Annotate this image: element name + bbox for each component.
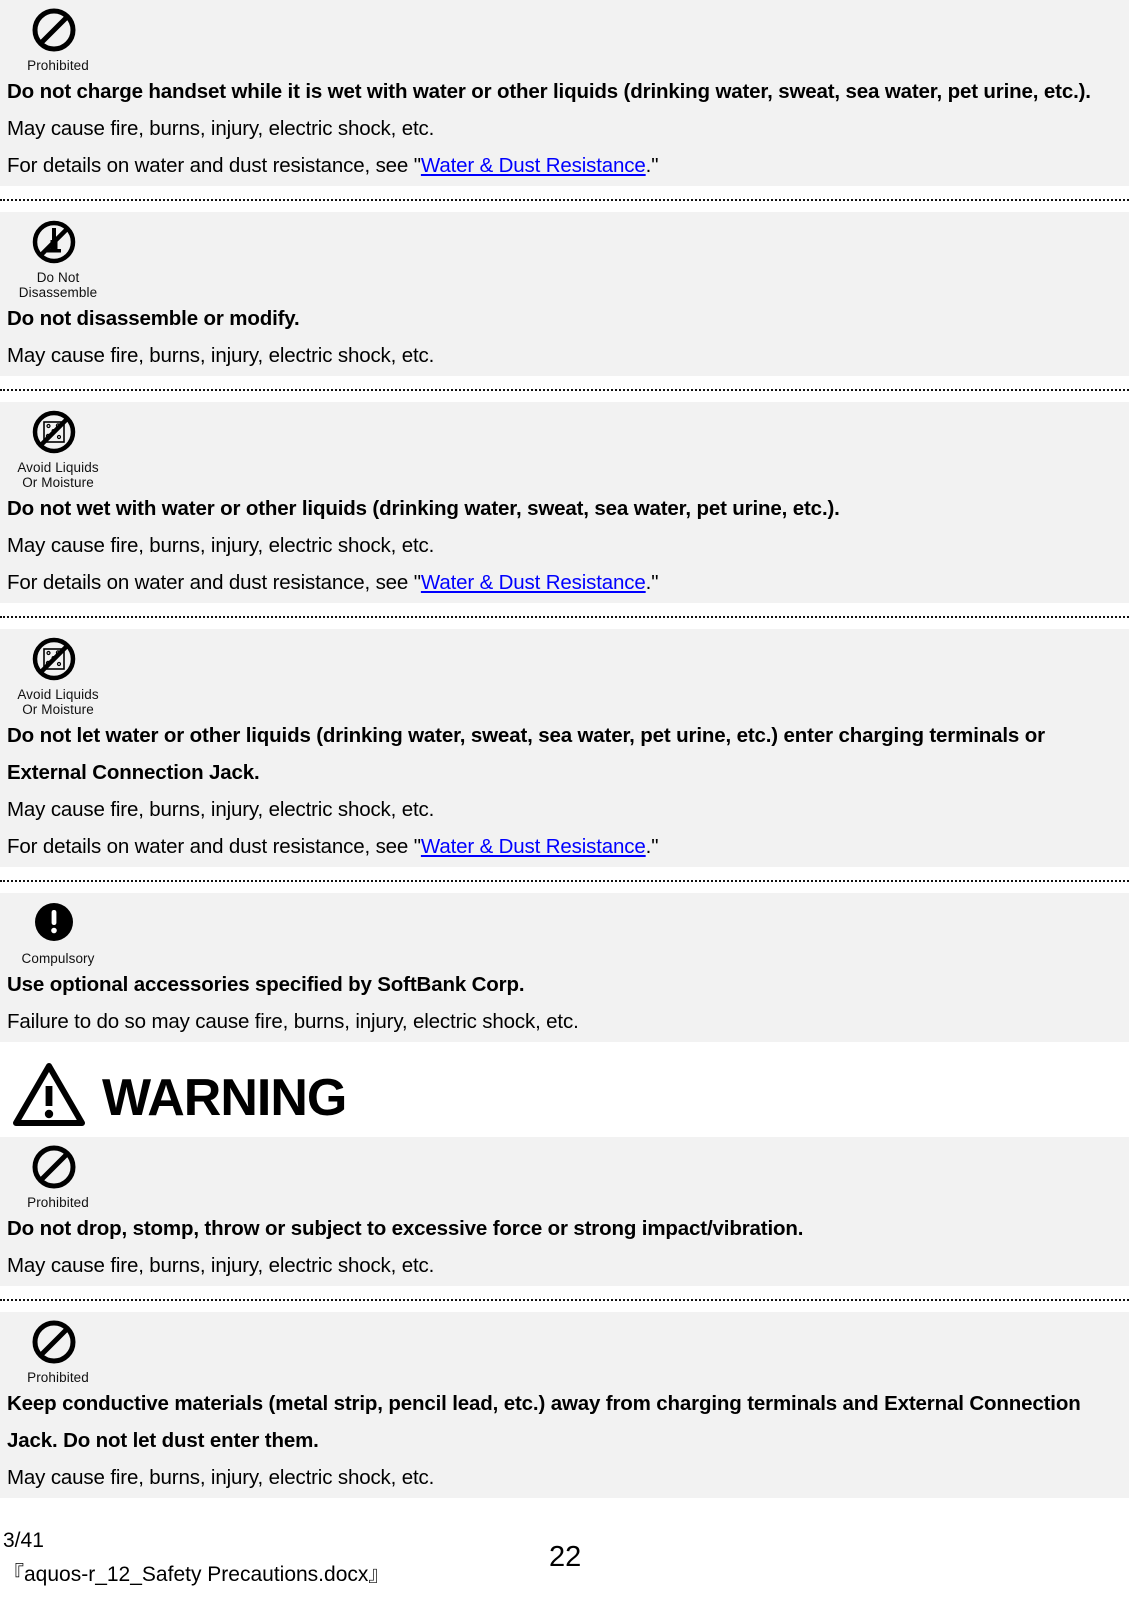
compulsory-icon: [31, 900, 1125, 951]
page-number: 22: [549, 1541, 582, 1573]
prohibited-icon-group: Prohibited: [4, 1137, 1125, 1210]
precaution-heading: Keep conductive materials (metal strip, …: [7, 1392, 1081, 1452]
avoid-liquids-icon: [31, 636, 1125, 687]
avoid-liquids-icon-group: Avoid Liquids Or Moisture: [4, 402, 1125, 490]
precaution-body-line: Failure to do so may cause fire, burns, …: [7, 1010, 579, 1033]
avoid-liquids-icon-caption: Avoid Liquids Or Moisture: [15, 687, 101, 717]
section-separator: [0, 867, 1129, 893]
compulsory-icon-caption: Compulsory: [21, 951, 95, 966]
precaution-body-line: May cause fire, burns, injury, electric …: [7, 117, 435, 140]
section-separator: [0, 186, 1129, 212]
precaution-section: Do Not Disassemble Do not disassemble or…: [0, 212, 1129, 376]
prohibited-icon-caption: Prohibited: [27, 1370, 89, 1385]
precaution-link-line: For details on water and dust resistance…: [4, 564, 1125, 601]
dotted-rule: [0, 880, 1129, 882]
precaution-section: Prohibited Do not charge handset while i…: [0, 0, 1129, 186]
water-dust-resistance-link[interactable]: Water & Dust Resistance: [421, 571, 646, 594]
caption-line-2: Or Moisture: [22, 475, 94, 490]
footer-left-block: 3/41 『aquos-r_12_Safety Precautions.docx…: [3, 1524, 389, 1592]
precaution-heading: Do not disassemble or modify.: [7, 307, 300, 330]
avoid-liquids-icon: [31, 409, 1125, 460]
warning-label: WARNING: [102, 1068, 347, 1127]
footer-revision: 3/41: [3, 1529, 44, 1552]
precaution-heading: Do not let water or other liquids (drink…: [7, 724, 1045, 784]
do-not-disassemble-icon-group: Do Not Disassemble: [4, 212, 1125, 300]
dotted-rule: [0, 1299, 1129, 1301]
avoid-liquids-icon-group: Avoid Liquids Or Moisture: [4, 629, 1125, 717]
precaution-heading: Do not wet with water or other liquids (…: [7, 497, 840, 520]
footer-filename: 『aquos-r_12_Safety Precautions.docx』: [3, 1563, 390, 1586]
caption-line-2: Or Moisture: [22, 702, 94, 717]
dotted-rule: [0, 389, 1129, 391]
precaution-heading: Do not charge handset while it is wet wi…: [7, 80, 1091, 103]
caption-line-2: Disassemble: [18, 285, 98, 300]
link-line-prefix: For details on water and dust resistance…: [7, 835, 421, 858]
link-line-suffix: .": [645, 571, 659, 594]
section-separator: [0, 603, 1129, 629]
do-not-disassemble-icon-caption: Do Not Disassemble: [15, 270, 101, 300]
water-dust-resistance-link[interactable]: Water & Dust Resistance: [421, 154, 646, 177]
warning-triangle-icon: [12, 1062, 86, 1133]
prohibited-icon: [31, 1319, 1125, 1370]
precaution-body-line: May cause fire, burns, injury, electric …: [7, 1254, 435, 1277]
prohibited-icon-group: Prohibited: [4, 0, 1125, 73]
prohibited-icon-group: Prohibited: [4, 1312, 1125, 1385]
precaution-section: Avoid Liquids Or Moisture Do not let wat…: [0, 629, 1129, 867]
precaution-section: Prohibited Keep conductive materials (me…: [0, 1312, 1129, 1498]
caption-line-1: Do Not: [36, 270, 80, 285]
precaution-link-line: For details on water and dust resistance…: [4, 147, 1125, 184]
water-dust-resistance-link[interactable]: Water & Dust Resistance: [421, 835, 646, 858]
document-page: Prohibited Do not charge handset while i…: [0, 0, 1129, 1602]
precaution-heading: Use optional accessories specified by So…: [7, 973, 525, 996]
warning-banner: WARNING: [0, 1042, 1129, 1137]
precaution-body-line: May cause fire, burns, injury, electric …: [7, 798, 435, 821]
precaution-section: Avoid Liquids Or Moisture Do not wet wit…: [0, 402, 1129, 603]
prohibited-icon: [31, 7, 1125, 58]
avoid-liquids-icon-caption: Avoid Liquids Or Moisture: [15, 460, 101, 490]
link-line-suffix: .": [645, 835, 659, 858]
caption-line-1: Avoid Liquids: [17, 460, 99, 475]
precaution-body-line: May cause fire, burns, injury, electric …: [7, 1466, 435, 1489]
dotted-rule: [0, 616, 1129, 618]
link-line-prefix: For details on water and dust resistance…: [7, 154, 421, 177]
caption-line-1: Avoid Liquids: [17, 687, 99, 702]
dotted-rule: [0, 199, 1129, 201]
section-separator: [0, 1286, 1129, 1312]
precaution-body-line: May cause fire, burns, injury, electric …: [7, 344, 435, 367]
precaution-heading: Do not drop, stomp, throw or subject to …: [7, 1217, 804, 1240]
page-footer: 3/41 『aquos-r_12_Safety Precautions.docx…: [0, 1506, 1129, 1602]
compulsory-icon-group: Compulsory: [4, 893, 1125, 966]
prohibited-icon-caption: Prohibited: [27, 1195, 89, 1210]
precaution-section: Prohibited Do not drop, stomp, throw or …: [0, 1137, 1129, 1286]
link-line-prefix: For details on water and dust resistance…: [7, 571, 421, 594]
prohibited-icon: [31, 1144, 1125, 1195]
do-not-disassemble-icon: [31, 219, 1125, 270]
precaution-body-line: May cause fire, burns, injury, electric …: [7, 534, 435, 557]
precaution-link-line: For details on water and dust resistance…: [4, 828, 1125, 865]
precaution-section: Compulsory Use optional accessories spec…: [0, 893, 1129, 1042]
link-line-suffix: .": [645, 154, 659, 177]
section-separator: [0, 376, 1129, 402]
prohibited-icon-caption: Prohibited: [27, 58, 89, 73]
